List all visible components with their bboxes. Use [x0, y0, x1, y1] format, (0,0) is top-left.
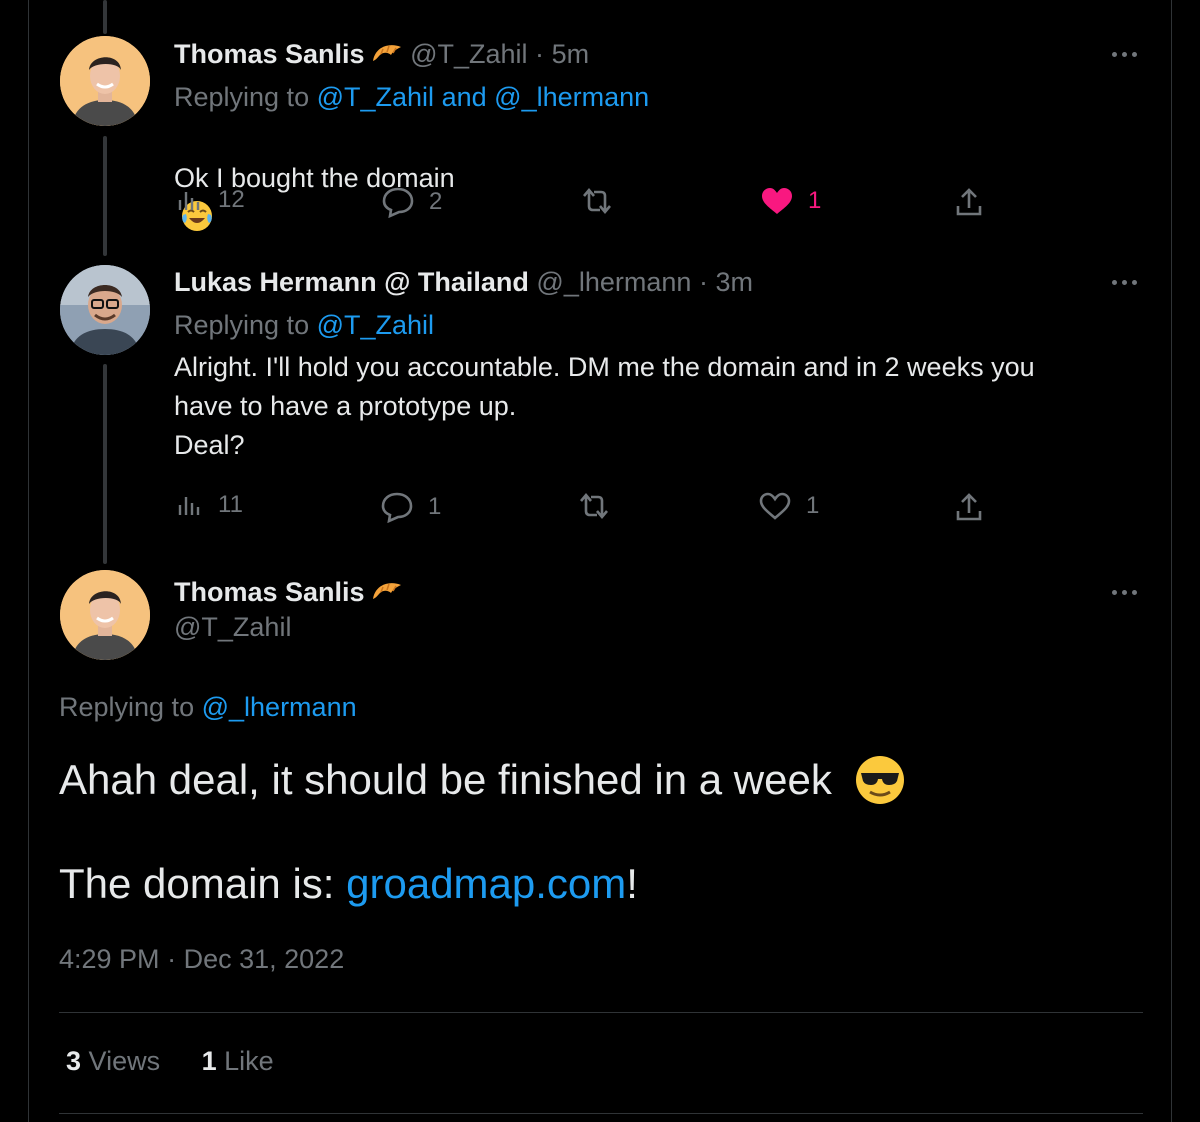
mention-link[interactable]: @_lhermann [494, 82, 649, 112]
tweet1-handle[interactable]: @T_Zahil [410, 39, 527, 69]
tweet1-share-button[interactable] [954, 186, 984, 218]
replying-to-label: Replying to [59, 692, 195, 722]
column-border-right [1171, 0, 1172, 1122]
tweet1-header: Thomas Sanlis @T_Zahil · 5m [174, 37, 589, 71]
tweet2-header: Lukas Hermann @ Thailand @_lhermann · 3m [174, 265, 753, 299]
views-count: 3 [66, 1046, 82, 1076]
tweet2-likes-count: 1 [806, 492, 820, 519]
tweet1-time[interactable]: 5m [552, 39, 590, 69]
thread-line-1 [103, 136, 107, 256]
views-stat[interactable]: 3 Views [66, 1046, 160, 1076]
main-date: Dec 31, 2022 [183, 944, 345, 974]
heart-icon [759, 492, 791, 520]
thread-line-2 [103, 364, 107, 564]
share-icon [956, 188, 982, 216]
tweet2-share-button[interactable] [954, 491, 984, 523]
domain-link[interactable]: groadmap.com [346, 860, 626, 907]
avatar-lukas-image [60, 265, 150, 355]
tweet1-reply-button[interactable]: 2 [381, 186, 442, 218]
likes-label: Like [224, 1046, 274, 1076]
column-border-left [28, 0, 29, 1122]
heart-filled-icon [762, 188, 792, 214]
main-time: 4:29 PM [59, 944, 160, 974]
replying-to-label: Replying to [174, 82, 310, 112]
main-text-line2-prefix: The domain is: [59, 860, 347, 907]
tweet2-separator: · [698, 267, 708, 297]
tweet1-separator: · [535, 39, 545, 69]
main-text-line1: Ahah deal, it should be finished in a we… [59, 754, 906, 806]
retweet-icon [580, 492, 608, 520]
main-replying-to: Replying to @_lhermann [59, 692, 357, 723]
likes-stat[interactable]: 1 Like [202, 1046, 274, 1076]
tweet1-views-count: 12 [218, 186, 245, 213]
engagement-stats: 3 Views 1 Like [66, 1046, 274, 1077]
tweet1-text-block: Ok I bought the domain [174, 120, 455, 237]
avatar-thomas-image [60, 570, 150, 660]
tweet1-retweet-button[interactable] [580, 186, 614, 216]
main-timestamp[interactable]: 4:29 PM · Dec 31, 2022 [59, 944, 344, 975]
main-text-line2: The domain is: groadmap.com! [59, 860, 638, 908]
retweet-icon [583, 187, 611, 215]
tweet1-more-button[interactable] [1110, 50, 1140, 60]
tweet1-replying-to: Replying to @T_Zahil and @_lhermann [174, 80, 649, 114]
tweet2-replies-count: 1 [428, 493, 442, 520]
main-date-separator: · [167, 944, 177, 974]
share-icon [956, 493, 982, 521]
tweet2-more-button[interactable] [1110, 278, 1140, 288]
avatar-thomas-main[interactable] [60, 570, 150, 660]
main-handle[interactable]: @T_Zahil [174, 612, 291, 643]
main-text-line1-content: Ahah deal, it should be finished in a we… [59, 756, 832, 803]
divider-top [59, 1012, 1143, 1013]
views-label: Views [88, 1046, 161, 1076]
tweet2-retweet-button[interactable] [577, 491, 611, 521]
mention-link[interactable]: @T_Zahil [317, 310, 434, 340]
croissant-icon [372, 45, 401, 61]
tweet1-author-name[interactable]: Thomas Sanlis [174, 39, 365, 69]
mention-link[interactable]: @T_Zahil [317, 82, 434, 112]
avatar-lukas[interactable] [60, 265, 150, 355]
reply-icon [381, 492, 413, 523]
reply-icon [382, 187, 414, 218]
tweet2-replying-to: Replying to @T_Zahil [174, 308, 434, 342]
main-more-button[interactable] [1110, 588, 1140, 598]
mention-link[interactable]: @_lhermann [202, 692, 357, 722]
analytics-icon [178, 497, 200, 515]
sunglasses-emoji [855, 756, 904, 804]
tweet1-views[interactable]: 12 [176, 186, 245, 214]
tweet2-views-count: 11 [218, 491, 243, 518]
tweet2-reply-button[interactable]: 1 [380, 491, 441, 523]
tweet2-text: Alright. I'll hold you accountable. DM m… [174, 352, 1035, 460]
tweet1-likes-count: 1 [808, 187, 822, 214]
tweet2-handle[interactable]: @_lhermann [536, 267, 691, 297]
thread-line-top [103, 0, 107, 34]
replying-to-label: Replying to [174, 310, 310, 340]
main-header: Thomas Sanlis [174, 575, 403, 609]
tweet2-like-button[interactable]: 1 [758, 491, 819, 521]
tweet1-replies-count: 2 [429, 188, 443, 215]
tweet2-views[interactable]: 11 [176, 491, 243, 519]
divider-bottom [59, 1113, 1143, 1114]
tweet1-like-button[interactable]: 1 [760, 186, 821, 216]
main-author-name[interactable]: Thomas Sanlis [174, 577, 365, 607]
avatar-thomas-image [60, 36, 150, 126]
croissant-icon [372, 583, 401, 599]
tweet-thread: Thomas Sanlis @T_Zahil · 5m Replying to … [0, 0, 1200, 1122]
analytics-icon [178, 192, 200, 210]
tweet2-time[interactable]: 3m [715, 267, 753, 297]
avatar-thomas[interactable] [60, 36, 150, 126]
tweet2-author-name[interactable]: Lukas Hermann @ Thailand [174, 267, 529, 297]
likes-count: 1 [201, 1046, 217, 1076]
mention-and: and [441, 82, 487, 112]
main-text-line2-suffix: ! [626, 860, 638, 907]
